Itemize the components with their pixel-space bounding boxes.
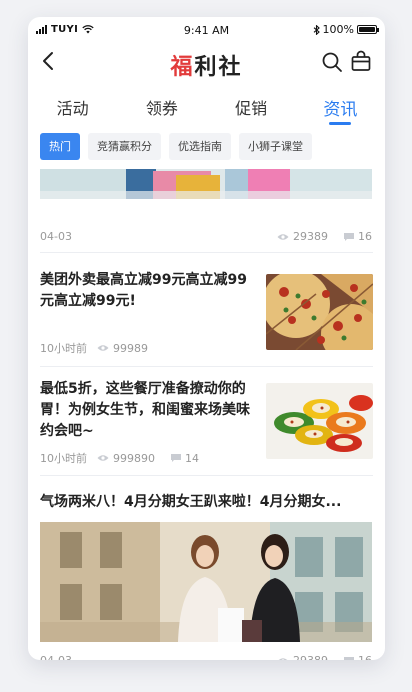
chip-hot[interactable]: 热门 xyxy=(40,133,80,160)
tab-activities[interactable]: 活动 xyxy=(28,91,117,127)
title-rest: 利社 xyxy=(194,54,243,80)
view-count: 29389 xyxy=(293,654,328,660)
views-icon xyxy=(278,657,288,660)
tab-promotions[interactable]: 促销 xyxy=(207,91,296,127)
article-title[interactable]: 最低5折，这些餐厅准备撩动你的胃！为例女生节，和闺蜜来场美味约会吧~ xyxy=(40,379,256,442)
views-icon xyxy=(97,455,109,461)
comment-count: 16 xyxy=(358,230,372,243)
peppers-image[interactable] xyxy=(266,383,373,459)
article-title[interactable]: 美团外卖最高立减99元高立减99元高立减99元! xyxy=(40,270,256,312)
search-icon[interactable] xyxy=(321,51,343,73)
nav-bar: 福利社 xyxy=(28,43,385,83)
views-icon xyxy=(277,233,289,240)
article-meta: 04-03 29389 16 xyxy=(40,230,372,243)
article-meta: 10小时前 99989 xyxy=(40,340,148,356)
article-stats: 999890 14 xyxy=(97,452,199,465)
divider xyxy=(40,252,373,253)
view-count: 999890 xyxy=(113,451,155,465)
article-date: 04-03 xyxy=(40,230,72,243)
article-time: 10小时前 xyxy=(40,452,87,465)
tab-coupons[interactable]: 领券 xyxy=(117,91,206,127)
article-date: 04-03 xyxy=(40,654,72,660)
divider xyxy=(40,366,373,367)
pizza-image[interactable] xyxy=(266,274,373,350)
comment-count: 14 xyxy=(185,451,199,465)
chip-lion-class[interactable]: 小狮子课堂 xyxy=(239,133,312,160)
comment-icon xyxy=(344,232,354,241)
status-bar: TUYI 9:41 AM 100% xyxy=(28,17,385,43)
article-meta: 04-03 29389 16 xyxy=(40,654,372,660)
shopping-women-image[interactable] xyxy=(40,522,372,642)
category-chips: 热门 竞猜赢积分 优选指南 小狮子课堂 xyxy=(40,133,312,160)
status-right: 100% xyxy=(313,23,379,36)
view-count: 99989 xyxy=(113,341,148,355)
chip-guide[interactable]: 优选指南 xyxy=(169,133,231,160)
comment-icon xyxy=(344,656,354,660)
tab-news[interactable]: 资讯 xyxy=(296,91,385,127)
bluetooth-icon xyxy=(313,24,320,35)
view-count: 29389 xyxy=(293,230,328,243)
battery-percent: 100% xyxy=(322,23,354,36)
article-stats: 29389 16 xyxy=(277,654,372,660)
title-brand-char: 福 xyxy=(170,54,195,80)
article-title[interactable]: 气场两米八！4月分期女王趴来啦！4月分期女... xyxy=(40,492,372,513)
article-stats: 29389 16 xyxy=(277,230,372,243)
comment-count: 16 xyxy=(358,654,372,660)
phone-screen: TUYI 9:41 AM 100% 福利社 活动 领券 促销 资讯 热门 竞猜赢… xyxy=(28,17,385,660)
battery-icon xyxy=(357,25,379,34)
divider xyxy=(40,475,373,476)
views-icon xyxy=(97,345,109,351)
chip-quiz-points[interactable]: 竞猜赢积分 xyxy=(88,133,161,160)
shopping-image-partial[interactable] xyxy=(40,169,372,199)
article-feed[interactable]: 04-03 29389 16 美团外卖最高立减99元高立减99元高立减99元! xyxy=(28,169,385,660)
article-time: 10小时前 xyxy=(40,342,87,355)
comment-icon xyxy=(171,454,181,462)
article-meta: 10小时前 999890 14 xyxy=(40,450,199,466)
gift-bag-icon[interactable] xyxy=(349,49,373,73)
tab-bar: 活动 领券 促销 资讯 xyxy=(28,91,385,127)
article-stats: 99989 xyxy=(97,342,148,355)
